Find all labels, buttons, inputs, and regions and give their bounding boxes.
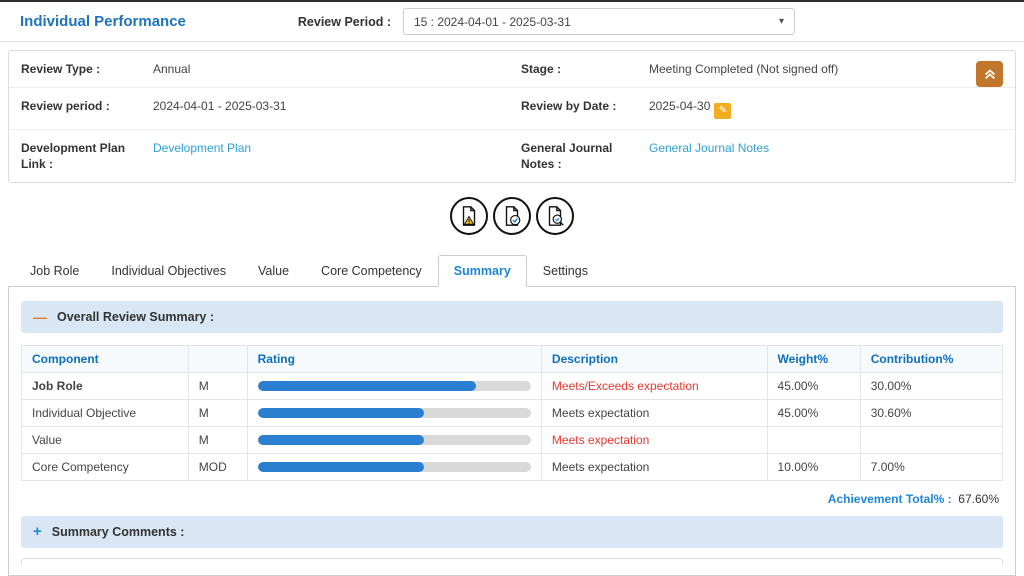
col-header-code bbox=[188, 346, 247, 373]
overall-review-summary-header[interactable]: — Overall Review Summary : bbox=[21, 301, 1003, 333]
development-plan-link[interactable]: Development Plan bbox=[153, 141, 251, 155]
component-cell: Individual Objective bbox=[22, 400, 189, 427]
review-type-label: Review Type : bbox=[21, 61, 153, 77]
general-journal-notes-link[interactable]: General Journal Notes bbox=[649, 141, 769, 155]
component-cell: Job Role bbox=[22, 373, 189, 400]
description-cell: Meets/Exceeds expectation bbox=[541, 373, 767, 400]
top-bar: Individual Performance Review Period : 1… bbox=[0, 2, 1024, 42]
pencil-icon: ✎ bbox=[719, 104, 727, 118]
development-plan-link-label: Development Plan Link : bbox=[21, 140, 153, 172]
print-preview-icon bbox=[544, 205, 566, 227]
tab-value[interactable]: Value bbox=[242, 255, 305, 287]
achievement-total-number: 67.60% bbox=[958, 492, 999, 506]
review-period-group: Review Period : 15 : 2024-04-01 - 2025-0… bbox=[298, 8, 795, 35]
contribution-cell bbox=[860, 427, 1002, 454]
tab-summary[interactable]: Summary bbox=[438, 255, 527, 287]
collapse-card-button[interactable] bbox=[976, 61, 1003, 87]
review-period-row-value: 2024-04-01 - 2025-03-31 bbox=[153, 98, 521, 114]
col-header-rating: Rating bbox=[247, 346, 541, 373]
overall-review-summary-title: Overall Review Summary : bbox=[57, 310, 214, 324]
rating-code-cell: MOD bbox=[188, 454, 247, 481]
report-warning-button[interactable] bbox=[450, 197, 488, 235]
report-check-button[interactable] bbox=[493, 197, 531, 235]
col-header-weight: Weight% bbox=[767, 346, 860, 373]
description-cell: Meets expectation bbox=[541, 400, 767, 427]
achievement-total-label: Achievement Total% : bbox=[828, 492, 952, 506]
rating-bar-cell bbox=[247, 373, 541, 400]
chevron-down-icon: ▾ bbox=[779, 16, 784, 27]
review-period-row-label: Review period : bbox=[21, 98, 153, 114]
file-check-icon bbox=[501, 205, 523, 227]
review-period-selected-value: 15 : 2024-04-01 - 2025-03-31 bbox=[414, 15, 571, 29]
overall-review-summary-table: Component Rating Description Weight% Con… bbox=[21, 345, 1003, 481]
review-period-label: Review Period : bbox=[298, 15, 391, 29]
edit-date-button[interactable]: ✎ bbox=[714, 103, 731, 119]
rating-progress-fill bbox=[258, 462, 425, 472]
summary-comments-header[interactable]: + Summary Comments : bbox=[21, 516, 1003, 548]
description-cell: Meets expectation bbox=[541, 427, 767, 454]
review-by-date-label: Review by Date : bbox=[521, 98, 649, 114]
expand-plus-icon[interactable]: + bbox=[33, 527, 42, 537]
rating-code-cell: M bbox=[188, 400, 247, 427]
weight-cell: 45.00% bbox=[767, 373, 860, 400]
review-by-date-value: 2025-04-30 ✎ bbox=[649, 98, 1003, 119]
tab-job-role[interactable]: Job Role bbox=[14, 255, 95, 287]
double-chevron-up-icon bbox=[983, 67, 997, 81]
weight-cell: 10.00% bbox=[767, 454, 860, 481]
table-row: Core Competency MOD Meets expectation 10… bbox=[22, 454, 1003, 481]
rating-progress-track bbox=[258, 408, 531, 418]
review-period-select[interactable]: 15 : 2024-04-01 - 2025-03-31 ▾ bbox=[403, 8, 795, 35]
rating-bar-cell bbox=[247, 427, 541, 454]
rating-progress-fill bbox=[258, 408, 425, 418]
col-header-contribution: Contribution% bbox=[860, 346, 1002, 373]
component-cell: Core Competency bbox=[22, 454, 189, 481]
review-type-value: Annual bbox=[153, 61, 521, 77]
tab-bar: Job Role Individual Objectives Value Cor… bbox=[8, 255, 1016, 286]
achievement-total-value: 67.60% bbox=[955, 492, 999, 506]
table-row: Value M Meets expectation bbox=[22, 427, 1003, 454]
contribution-cell: 7.00% bbox=[860, 454, 1002, 481]
rating-progress-track bbox=[258, 435, 531, 445]
contribution-cell: 30.60% bbox=[860, 400, 1002, 427]
component-cell: Value bbox=[22, 427, 189, 454]
file-warning-icon bbox=[458, 205, 480, 227]
table-row: Job Role M Meets/Exceeds expectation 45.… bbox=[22, 373, 1003, 400]
rating-progress-fill bbox=[258, 435, 425, 445]
stage-value: Meeting Completed (Not signed off) bbox=[649, 61, 1003, 77]
col-header-component: Component bbox=[22, 346, 189, 373]
contribution-cell: 30.00% bbox=[860, 373, 1002, 400]
info-row-links: Development Plan Link : Development Plan… bbox=[9, 130, 1015, 182]
info-row-review-period: Review period : 2024-04-01 - 2025-03-31 … bbox=[9, 88, 1015, 130]
rating-code-cell: M bbox=[188, 373, 247, 400]
col-header-description: Description bbox=[541, 346, 767, 373]
general-journal-notes-label: General Journal Notes : bbox=[521, 140, 649, 172]
weight-cell: 45.00% bbox=[767, 400, 860, 427]
summary-tab-content: — Overall Review Summary : Component Rat… bbox=[8, 286, 1016, 576]
tab-individual-objectives[interactable]: Individual Objectives bbox=[95, 255, 242, 287]
weight-cell bbox=[767, 427, 860, 454]
summary-comments-title: Summary Comments : bbox=[52, 525, 185, 539]
info-row-review-type: Review Type : Annual Stage : Meeting Com… bbox=[9, 51, 1015, 88]
table-header-row: Component Rating Description Weight% Con… bbox=[22, 346, 1003, 373]
description-cell: Meets expectation bbox=[541, 454, 767, 481]
rating-progress-fill bbox=[258, 381, 477, 391]
page-title: Individual Performance bbox=[20, 13, 186, 30]
stage-label: Stage : bbox=[521, 61, 649, 77]
achievement-total-row: Achievement Total% : 67.60% bbox=[21, 481, 1003, 516]
collapse-minus-icon[interactable]: — bbox=[33, 312, 47, 322]
print-preview-button[interactable] bbox=[536, 197, 574, 235]
tab-core-competency[interactable]: Core Competency bbox=[305, 255, 438, 287]
table-row: Individual Objective M Meets expectation… bbox=[22, 400, 1003, 427]
review-by-date-text: 2025-04-30 bbox=[649, 99, 710, 113]
review-info-card: Review Type : Annual Stage : Meeting Com… bbox=[8, 50, 1016, 183]
rating-progress-track bbox=[258, 462, 531, 472]
rating-progress-track bbox=[258, 381, 531, 391]
tab-settings[interactable]: Settings bbox=[527, 255, 604, 287]
rating-code-cell: M bbox=[188, 427, 247, 454]
action-buttons-row bbox=[0, 197, 1024, 235]
rating-bar-cell bbox=[247, 454, 541, 481]
rating-bar-cell bbox=[247, 400, 541, 427]
